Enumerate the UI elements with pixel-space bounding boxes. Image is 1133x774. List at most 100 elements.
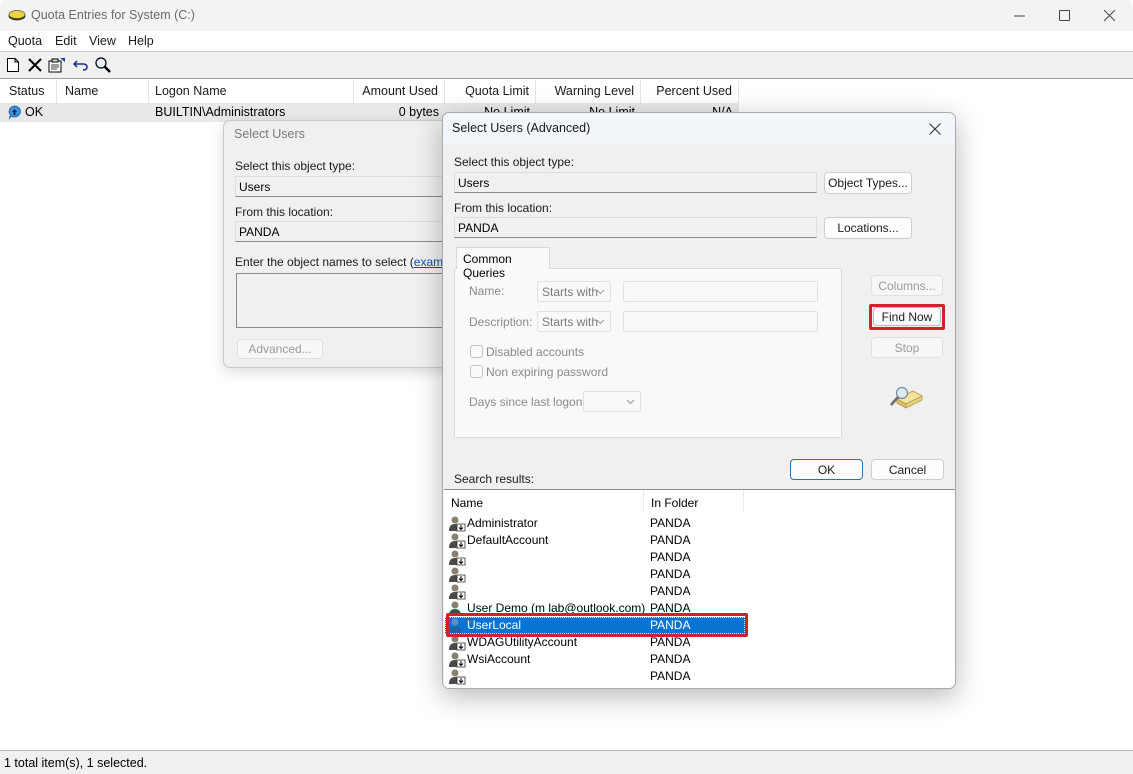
result-folder: PANDA <box>650 533 691 547</box>
user-icon <box>449 601 461 616</box>
maximize-button[interactable] <box>1041 0 1087 31</box>
row-status: OK <box>25 105 44 119</box>
window-title: Quota Entries for System (C:) <box>31 8 195 22</box>
days-since-logon-select[interactable] <box>583 391 641 412</box>
dialog-close-button[interactable] <box>923 118 947 140</box>
list-item[interactable]: PANDA <box>445 668 745 685</box>
stop-button[interactable]: Stop <box>871 337 943 358</box>
find-button[interactable] <box>93 55 113 75</box>
column-header-status[interactable]: Status <box>0 80 57 103</box>
undo-icon <box>73 60 88 71</box>
non-expiring-password-label: Non expiring password <box>486 365 609 379</box>
advanced-button[interactable]: Advanced... <box>237 339 323 359</box>
result-folder: PANDA <box>650 601 691 615</box>
column-header-percent-used[interactable]: Percent Used <box>641 80 739 103</box>
menu-help[interactable]: Help <box>128 34 154 48</box>
location-field: PANDA <box>454 217 817 238</box>
results-column-name[interactable]: Name <box>444 490 644 512</box>
column-header-logon-name[interactable]: Logon Name <box>149 80 354 103</box>
result-name: DefaultAccount <box>467 533 549 547</box>
column-header-amount-used[interactable]: Amount Used <box>354 80 445 103</box>
menu-quota[interactable]: Quota <box>8 34 42 48</box>
description-mode-value: Starts with <box>542 315 599 329</box>
result-folder: PANDA <box>650 669 691 683</box>
column-header-quota-limit[interactable]: Quota Limit <box>445 80 536 103</box>
chevron-down-icon <box>596 289 605 295</box>
undo-button[interactable] <box>71 55 91 75</box>
menu-view[interactable]: View <box>89 34 116 48</box>
close-icon <box>929 123 941 135</box>
results-column-in-folder[interactable]: In Folder <box>644 490 744 512</box>
close-button[interactable] <box>1086 0 1132 31</box>
ok-button[interactable]: OK <box>790 459 863 480</box>
name-query-input[interactable] <box>623 281 818 302</box>
properties-button[interactable] <box>47 55 67 75</box>
result-folder: PANDA <box>650 584 691 598</box>
row-amount-used: 0 bytes <box>398 105 439 119</box>
disabled-accounts-checkbox[interactable] <box>470 345 483 358</box>
result-folder: PANDA <box>650 652 691 666</box>
list-item[interactable]: PANDA <box>445 549 745 566</box>
column-header-warning-level[interactable]: Warning Level <box>536 80 641 103</box>
object-type-field: Users <box>235 176 462 197</box>
user-download-icon <box>449 669 466 685</box>
description-mode-select[interactable]: Starts with <box>537 311 611 332</box>
dialog-title: Select Users (Advanced) <box>452 121 591 135</box>
list-item[interactable]: User Demo (m lab@outlook.com) PANDA <box>445 600 745 617</box>
name-query-label: Name: <box>469 284 505 298</box>
minimize-button[interactable] <box>996 0 1042 31</box>
result-folder: PANDA <box>650 550 691 564</box>
new-quota-entry-button[interactable] <box>3 55 23 75</box>
result-folder: PANDA <box>650 567 691 581</box>
user-download-icon <box>449 567 466 583</box>
object-names-input[interactable] <box>236 273 462 328</box>
chevron-down-icon <box>596 319 605 325</box>
find-now-button[interactable]: Find Now <box>873 307 941 326</box>
tab-common-queries[interactable]: Common Queries <box>456 247 550 280</box>
title-bar: Quota Entries for System (C:) <box>0 0 1133 31</box>
select-users-dialog: Select Users Select this object type: Us… <box>223 120 463 368</box>
user-download-icon <box>449 584 466 600</box>
object-type-label: Select this object type: <box>454 155 575 169</box>
status-bar: 1 total item(s), 1 selected. <box>0 750 1133 774</box>
list-item[interactable]: DefaultAccount PANDA <box>445 532 745 549</box>
object-names-label-text: Enter the object names to select ( <box>235 255 414 269</box>
user-icon <box>449 618 461 633</box>
name-mode-select[interactable]: Starts with <box>537 281 611 302</box>
result-folder: PANDA <box>650 635 691 649</box>
status-text: 1 total item(s), 1 selected. <box>4 756 148 770</box>
result-folder: PANDA <box>650 618 691 632</box>
menu-bar: Quota Edit View Help <box>0 31 1133 52</box>
list-item[interactable]: WsiAccount PANDA <box>445 651 745 668</box>
list-item[interactable]: WDAGUtilityAccount PANDA <box>445 634 745 651</box>
result-name: WsiAccount <box>467 652 531 666</box>
delete-button[interactable] <box>25 55 45 75</box>
list-item[interactable]: UserLocal PANDA <box>445 617 745 634</box>
locations-button[interactable]: Locations... <box>824 217 912 239</box>
user-download-icon <box>449 516 466 532</box>
toolbar <box>0 52 1133 79</box>
location-label: From this location: <box>235 205 334 219</box>
column-header-name[interactable]: Name <box>57 80 149 103</box>
disk-quota-icon <box>8 10 26 21</box>
list-item[interactable]: PANDA <box>445 583 745 600</box>
cancel-button[interactable]: Cancel <box>871 459 944 480</box>
object-types-button[interactable]: Object Types... <box>824 172 912 194</box>
description-query-label: Description: <box>469 315 533 329</box>
menu-edit[interactable]: Edit <box>55 34 77 48</box>
minimize-icon <box>1013 15 1025 17</box>
non-expiring-password-checkbox[interactable] <box>470 365 483 378</box>
list-item[interactable]: Administrator PANDA <box>445 515 745 532</box>
maximize-icon <box>1058 10 1070 21</box>
description-query-input[interactable] <box>623 311 818 332</box>
user-download-icon <box>449 635 466 651</box>
user-download-icon <box>449 533 466 549</box>
columns-button[interactable]: Columns... <box>871 275 943 296</box>
list-item[interactable]: PANDA <box>445 566 745 583</box>
result-name: Administrator <box>467 516 538 530</box>
result-name: UserLocal <box>467 618 522 632</box>
search-directory-icon <box>890 386 923 409</box>
object-type-field: Users <box>454 172 817 193</box>
name-mode-value: Starts with <box>542 285 599 299</box>
object-names-label: Enter the object names to select (exampl… <box>235 255 462 269</box>
